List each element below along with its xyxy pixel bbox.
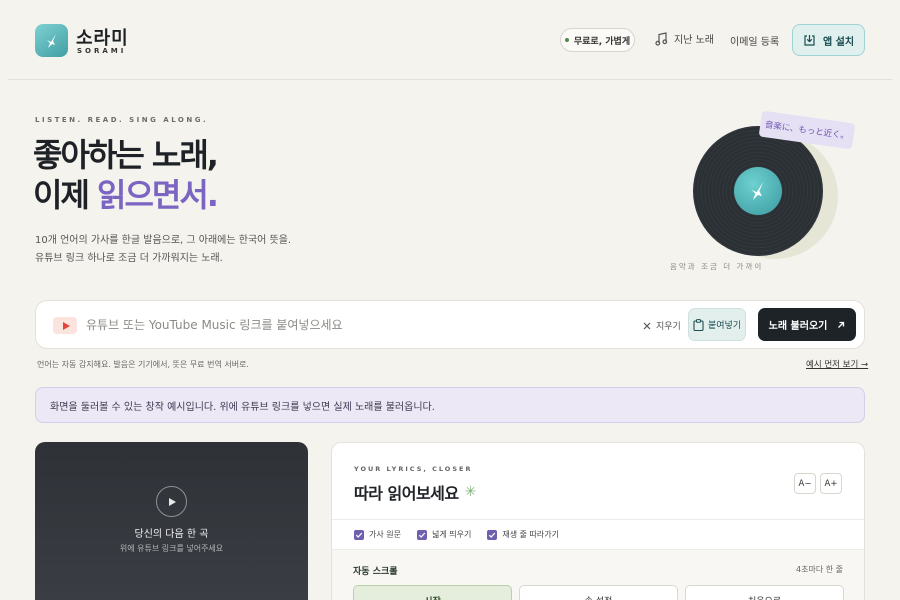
scroll-start-button[interactable]: 시작 (353, 585, 512, 600)
top-header: 소라미 SORAMI 무료로, 가볍게 지난 노래 이메일 등록 앱 설치 (0, 0, 900, 80)
option-follow-playback[interactable]: 재생 줄 따라가기 (487, 529, 559, 540)
lyrics-panel: YOUR LYRICS, CLOSER 따라 읽어보세요 ✳ A− A+ 가사 … (331, 442, 865, 600)
hero-eyebrow: LISTEN. READ. SING ALONG. (35, 116, 209, 124)
player-subtitle: 위에 유튜브 링크를 넣어주세요 (119, 544, 224, 553)
youtube-link-input[interactable] (86, 313, 626, 337)
download-icon (804, 34, 815, 46)
scroll-reset-button[interactable]: 처음으로 (685, 585, 844, 600)
hero-desc-line2: 유튜브 링크 하나로 조금 더 가까워지는 노래. (35, 253, 223, 264)
hero-title: 좋아하는 노래, 이제 읽으면서. (33, 135, 219, 215)
option-original-lyrics[interactable]: 가사 원문 (354, 529, 401, 540)
hero-title-line1: 좋아하는 노래, (33, 136, 219, 174)
search-hint: 언어는 자동 감지해요. 발음은 기기에서, 뜻은 무료 번역 서버로. (37, 360, 249, 369)
install-app-button[interactable]: 앱 설치 (792, 24, 865, 56)
lyrics-options: 가사 원문 넓게 띄우기 재생 줄 따라가기 (354, 529, 559, 540)
lyrics-divider (332, 519, 864, 520)
arrow-up-right-icon (838, 321, 845, 328)
option-wide-spacing[interactable]: 넓게 띄우기 (416, 529, 472, 540)
logo-icon[interactable] (35, 24, 68, 57)
scroll-speed-button[interactable]: 속 설정 (519, 585, 678, 600)
paste-label: 붙여넣기 (707, 321, 742, 331)
option-label: 넓게 띄우기 (431, 530, 472, 539)
nav-email-register[interactable]: 이메일 등록 (730, 33, 779, 48)
checkbox-checked-icon[interactable] (416, 529, 427, 540)
vinyl-caption: 음악과 조금 더 가까이 (670, 262, 764, 271)
hero-title-line2: 이제 읽으면서. (33, 175, 219, 215)
nav-past-songs[interactable]: 지난 노래 (655, 31, 714, 46)
checkbox-checked-icon[interactable] (354, 529, 364, 540)
demo-notice: 화면을 둘러볼 수 있는 창작 예시입니다. 위에 유튜브 링크를 넣으면 실제… (35, 387, 865, 423)
paste-button[interactable]: 붙여넣기 (688, 308, 746, 341)
clipboard-icon (693, 318, 704, 331)
header-divider (8, 79, 892, 80)
lyrics-eyebrow: YOUR LYRICS, CLOSER (354, 465, 473, 473)
lyrics-title-text: 따라 읽어보세요 (354, 484, 459, 503)
option-label: 재생 줄 따라가기 (502, 530, 559, 539)
vinyl-logo-icon (734, 167, 782, 215)
load-song-button[interactable]: 노래 불러오기 (758, 308, 856, 341)
status-dot-icon (564, 38, 569, 42)
font-increase-button[interactable]: A+ (820, 473, 842, 494)
play-button[interactable] (156, 486, 187, 517)
auto-scroll-label: 자동 스크롤 (353, 567, 398, 577)
sparkle-icon: ✳ (464, 484, 477, 500)
auto-scroll-rate: 4초마다 한 줄 (796, 565, 843, 574)
youtube-icon (53, 317, 77, 334)
install-app-label: 앱 설치 (822, 36, 855, 48)
hero-title-prefix: 이제 (33, 176, 98, 214)
video-player: 당신의 다음 한 곡 위에 유튜브 링크를 넣어주세요 (35, 442, 308, 600)
hero-title-accent: 읽으면서. (97, 176, 219, 214)
free-badge: 무료로, 가볍게 (560, 28, 635, 52)
close-icon (643, 322, 651, 329)
option-label: 가사 원문 (369, 530, 401, 539)
logo-subtitle: SORAMI (77, 47, 127, 55)
nav-past-songs-label: 지난 노래 (674, 35, 714, 46)
load-song-label: 노래 불러오기 (768, 321, 828, 332)
hero-description: 10개 언어의 가사를 한글 발음으로, 그 아래에는 한국어 뜻을. 유튜브 … (35, 232, 291, 268)
lyrics-title: 따라 읽어보세요 ✳ (354, 480, 476, 504)
music-note-icon (655, 31, 668, 46)
player-title: 당신의 다음 한 곡 (134, 529, 209, 540)
clear-button[interactable]: 지우기 (643, 319, 681, 332)
clear-label: 지우기 (656, 322, 681, 332)
search-card: 지우기 붙여넣기 노래 불러오기 (35, 300, 865, 349)
checkbox-checked-icon[interactable] (487, 529, 498, 540)
hero-desc-line1: 10개 언어의 가사를 한글 발음으로, 그 아래에는 한국어 뜻을. (35, 235, 292, 246)
font-decrease-button[interactable]: A− (794, 473, 816, 494)
auto-scroll-section: 자동 스크롤 4초마다 한 줄 시작 속 설정 처음으로 (332, 549, 864, 600)
play-icon (169, 497, 176, 506)
free-badge-label: 무료로, 가볍게 (573, 36, 631, 47)
example-preview-link[interactable]: 예시 먼저 보기 → (806, 358, 868, 370)
